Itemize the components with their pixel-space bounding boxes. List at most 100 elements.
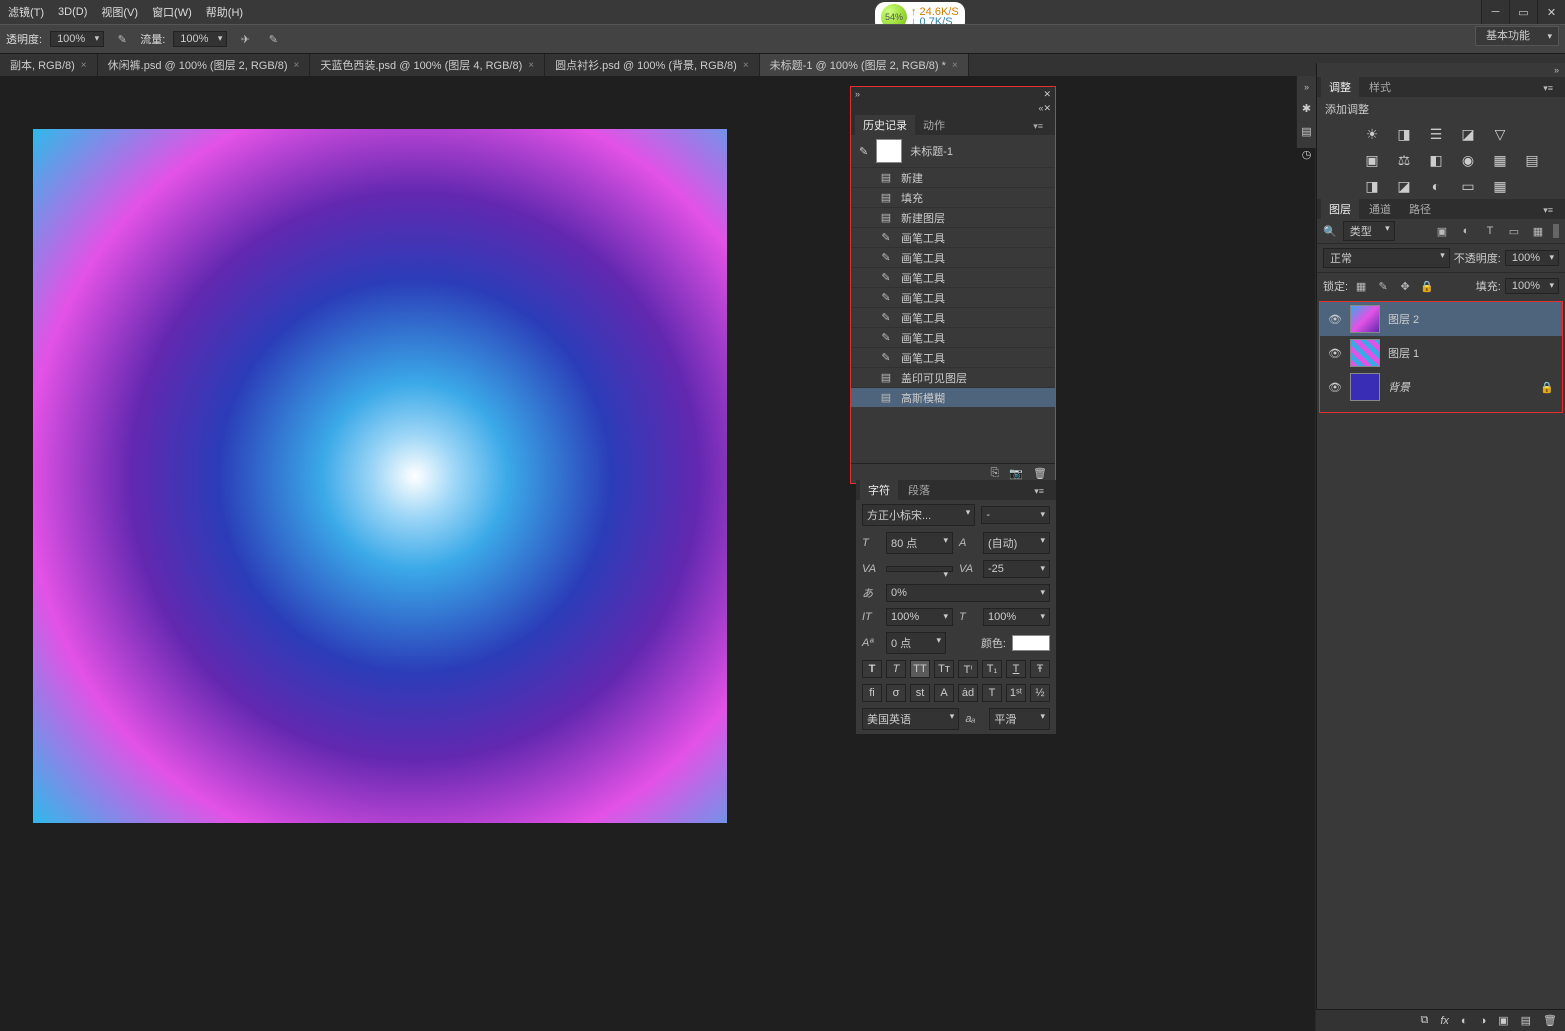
swash-button[interactable]: st bbox=[910, 684, 930, 702]
fx-icon[interactable]: fx bbox=[1440, 1015, 1449, 1027]
bold-button[interactable]: T bbox=[862, 660, 882, 678]
close-icon[interactable]: × bbox=[952, 60, 958, 71]
hue-icon[interactable]: ▣ bbox=[1363, 151, 1381, 169]
visibility-icon[interactable]: 👁 bbox=[1328, 347, 1342, 360]
menu-3d[interactable]: 3D(D) bbox=[58, 6, 87, 18]
fill-dropdown[interactable]: 100% bbox=[1505, 278, 1559, 294]
opacity-dropdown[interactable]: 100% bbox=[50, 31, 104, 47]
contextual-button[interactable]: σ bbox=[886, 684, 906, 702]
airbrush-icon[interactable]: ✈ bbox=[235, 29, 255, 49]
half-button[interactable]: ½ bbox=[1030, 684, 1050, 702]
search-icon[interactable]: 🔍 bbox=[1323, 225, 1337, 238]
lock-all-icon[interactable]: 🔒 bbox=[1418, 277, 1436, 295]
tab-styles[interactable]: 样式 bbox=[1361, 77, 1399, 97]
link-icon[interactable]: ⧉ bbox=[1420, 1014, 1428, 1027]
delete-icon[interactable]: 🗑 bbox=[1033, 467, 1047, 480]
exposure-icon[interactable]: ◪ bbox=[1459, 125, 1477, 143]
history-item[interactable]: ✎画笔工具 bbox=[851, 227, 1055, 247]
font-family-dropdown[interactable]: 方正小标宋... bbox=[862, 504, 975, 526]
vscale-input[interactable]: 100% bbox=[886, 608, 953, 626]
workspace-dropdown[interactable]: 基本功能 bbox=[1475, 26, 1559, 46]
flow-dropdown[interactable]: 100% bbox=[173, 31, 227, 47]
lock-pos-icon[interactable]: ✥ bbox=[1396, 277, 1414, 295]
bw-icon[interactable]: ◧ bbox=[1427, 151, 1445, 169]
history-item[interactable]: ▤新建图层 bbox=[851, 207, 1055, 227]
menu-window[interactable]: 窗口(W) bbox=[152, 4, 192, 20]
history-item[interactable]: ✎画笔工具 bbox=[851, 247, 1055, 267]
doc-tab[interactable]: 休闲裤.psd @ 100% (图层 2, RGB/8)× bbox=[98, 54, 311, 76]
layer-thumbnail[interactable] bbox=[1350, 373, 1380, 401]
allcaps-button[interactable]: TT bbox=[910, 660, 930, 678]
snapshot-icon[interactable]: 📷 bbox=[1009, 467, 1023, 480]
colorbal-icon[interactable]: ⚖ bbox=[1395, 151, 1413, 169]
close-icon[interactable]: ✕ bbox=[1043, 89, 1051, 100]
filter-shape-icon[interactable]: ▭ bbox=[1505, 222, 1523, 240]
threshold-icon[interactable]: ◐ bbox=[1427, 177, 1445, 195]
tab-channels[interactable]: 通道 bbox=[1361, 199, 1399, 219]
panel-menu-icon[interactable]: ▾≡ bbox=[1025, 119, 1051, 134]
chanmix-icon[interactable]: ▦ bbox=[1491, 151, 1509, 169]
brush-presets-icon[interactable]: ▤ bbox=[1301, 125, 1311, 138]
history-item[interactable]: ▤填充 bbox=[851, 187, 1055, 207]
invert-icon[interactable]: ◨ bbox=[1363, 177, 1381, 195]
history-item[interactable]: ✎画笔工具 bbox=[851, 327, 1055, 347]
titling-button[interactable]: A bbox=[934, 684, 954, 702]
group-icon[interactable]: ▣ bbox=[1498, 1014, 1508, 1027]
levels-icon[interactable]: ◨ bbox=[1395, 125, 1413, 143]
tab-layers[interactable]: 图层 bbox=[1321, 199, 1359, 219]
ordinals-button[interactable]: T bbox=[982, 684, 1002, 702]
tab-character[interactable]: 字符 bbox=[860, 480, 898, 500]
pressure-opacity-icon[interactable]: ✎ bbox=[112, 29, 132, 49]
collapse-icon[interactable]: » bbox=[855, 89, 860, 99]
ligature-button[interactable]: fi bbox=[862, 684, 882, 702]
canvas[interactable] bbox=[33, 129, 727, 823]
smallcaps-button[interactable]: Tᴛ bbox=[934, 660, 954, 678]
brush-panel-icon[interactable]: ✱ bbox=[1302, 102, 1311, 115]
subscript-button[interactable]: T₁ bbox=[982, 660, 1002, 678]
filter-smart-icon[interactable]: ▦ bbox=[1529, 222, 1547, 240]
history-item[interactable]: ▤新建 bbox=[851, 167, 1055, 187]
close-icon[interactable]: ✕ bbox=[1043, 103, 1051, 114]
kind-dropdown[interactable]: 类型 bbox=[1343, 221, 1395, 241]
close-icon[interactable]: × bbox=[528, 60, 534, 71]
history-item[interactable]: ✎画笔工具 bbox=[851, 267, 1055, 287]
menu-filter[interactable]: 滤镜(T) bbox=[8, 4, 44, 20]
stylistic-button[interactable]: ȧd bbox=[958, 684, 978, 702]
layer-name[interactable]: 背景 bbox=[1388, 379, 1410, 395]
baseline-input[interactable]: 0 点 bbox=[886, 632, 946, 654]
layer-opacity-dropdown[interactable]: 100% bbox=[1505, 250, 1559, 266]
history-snapshot[interactable]: ✎ 未标题-1 bbox=[851, 135, 1055, 167]
expand-icon[interactable]: » bbox=[1304, 82, 1309, 92]
tab-actions[interactable]: 动作 bbox=[915, 115, 953, 135]
close-icon[interactable]: × bbox=[81, 60, 87, 71]
lock-pixel-icon[interactable]: ✎ bbox=[1374, 277, 1392, 295]
doc-tab[interactable]: 圆点衬衫.psd @ 100% (背景, RGB/8)× bbox=[545, 54, 760, 76]
blend-mode-dropdown[interactable]: 正常 bbox=[1323, 248, 1450, 268]
history-item[interactable]: ✎画笔工具 bbox=[851, 347, 1055, 367]
filter-adjust-icon[interactable]: ◐ bbox=[1457, 222, 1475, 240]
adjustment-layer-icon[interactable]: ◑ bbox=[1480, 1015, 1487, 1027]
maximize-button[interactable]: ▭ bbox=[1509, 0, 1537, 24]
gradmap-icon[interactable]: ▭ bbox=[1459, 177, 1477, 195]
layer-row[interactable]: 👁 图层 1 bbox=[1320, 336, 1562, 370]
clone-panel-icon[interactable]: ◷ bbox=[1302, 148, 1312, 161]
menu-help[interactable]: 帮助(H) bbox=[206, 4, 243, 20]
history-item-selected[interactable]: ▤高斯模糊 bbox=[851, 387, 1055, 407]
doc-tab[interactable]: 天蓝色西装.psd @ 100% (图层 4, RGB/8)× bbox=[310, 54, 545, 76]
photofilter-icon[interactable]: ◉ bbox=[1459, 151, 1477, 169]
selcolor-icon[interactable]: ▦ bbox=[1491, 177, 1509, 195]
antialias-dropdown[interactable]: 平滑 bbox=[989, 708, 1050, 730]
history-item[interactable]: ✎画笔工具 bbox=[851, 307, 1055, 327]
history-item[interactable]: ✎画笔工具 bbox=[851, 287, 1055, 307]
tab-paragraph[interactable]: 段落 bbox=[900, 480, 938, 500]
filter-pixel-icon[interactable]: ▣ bbox=[1433, 222, 1451, 240]
lock-trans-icon[interactable]: ▦ bbox=[1352, 277, 1370, 295]
filter-toggle[interactable] bbox=[1553, 224, 1559, 238]
tab-paths[interactable]: 路径 bbox=[1401, 199, 1439, 219]
font-style-dropdown[interactable]: - bbox=[981, 506, 1050, 524]
create-doc-icon[interactable]: ⎘ bbox=[991, 467, 1000, 480]
tab-adjustments[interactable]: 调整 bbox=[1321, 77, 1359, 97]
layer-thumbnail[interactable] bbox=[1350, 339, 1380, 367]
panel-menu-icon[interactable]: ▾≡ bbox=[1535, 81, 1561, 96]
doc-tab-active[interactable]: 未标题-1 @ 100% (图层 2, RGB/8) *× bbox=[760, 54, 969, 76]
